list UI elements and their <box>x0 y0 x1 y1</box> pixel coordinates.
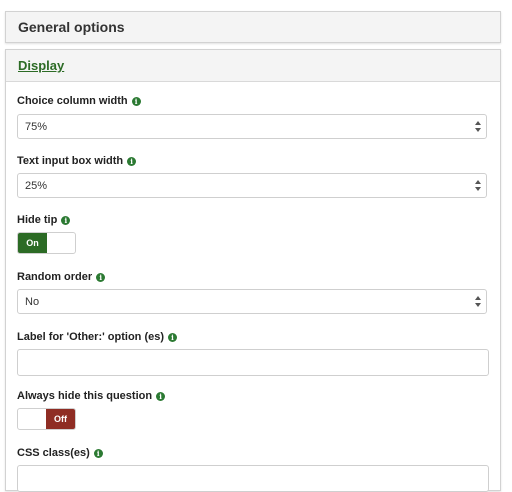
css-classes-input[interactable] <box>17 465 489 492</box>
general-options-panel-header[interactable]: General options <box>5 11 501 43</box>
other-option-text: Label for 'Other:' option (es) <box>17 331 165 343</box>
choice-column-width-value: 75% <box>25 121 48 133</box>
random-order-label: Random order i <box>17 271 106 283</box>
info-icon[interactable]: i <box>168 332 178 342</box>
text-input-box-width-text: Text input box width <box>17 155 124 167</box>
always-hide-toggle-state: Off <box>46 409 75 429</box>
always-hide-toggle[interactable]: Off <box>17 408 76 430</box>
always-hide-text: Always hide this question <box>17 390 153 402</box>
random-order-value: No <box>25 296 40 308</box>
other-option-label: Label for 'Other:' option (es) i <box>17 331 178 343</box>
display-panel-title[interactable]: Display <box>18 58 64 73</box>
info-icon[interactable]: i <box>93 448 103 458</box>
info-icon[interactable]: i <box>96 272 106 282</box>
info-icon[interactable]: i <box>131 96 141 106</box>
random-order-text: Random order <box>17 271 93 283</box>
info-icon[interactable]: i <box>127 156 137 166</box>
hide-tip-text: Hide tip <box>17 214 58 226</box>
display-panel-header[interactable]: Display <box>6 50 500 82</box>
css-classes-text: CSS class(es) <box>17 447 90 459</box>
text-input-box-width-select[interactable]: 25% <box>17 173 487 198</box>
choice-column-width-label: Choice column width i <box>17 95 141 107</box>
hide-tip-label: Hide tip i <box>17 214 71 226</box>
text-input-box-width-label: Text input box width i <box>17 155 137 167</box>
other-option-input[interactable] <box>17 349 489 376</box>
css-classes-label: CSS class(es) i <box>17 447 103 459</box>
always-hide-label: Always hide this question i <box>17 390 166 402</box>
hide-tip-toggle-state: On <box>18 233 47 253</box>
text-input-box-width-value: 25% <box>25 180 48 192</box>
hide-tip-toggle[interactable]: On <box>17 232 76 254</box>
info-icon[interactable]: i <box>156 391 166 401</box>
up-down-arrows-icon <box>475 178 481 193</box>
random-order-select[interactable]: No <box>17 289 487 314</box>
choice-column-width-select[interactable]: 75% <box>17 114 487 139</box>
choice-column-width-text: Choice column width <box>17 95 128 107</box>
up-down-arrows-icon <box>475 119 481 134</box>
up-down-arrows-icon <box>475 294 481 309</box>
info-icon[interactable]: i <box>61 215 71 225</box>
general-options-title: General options <box>18 19 125 35</box>
